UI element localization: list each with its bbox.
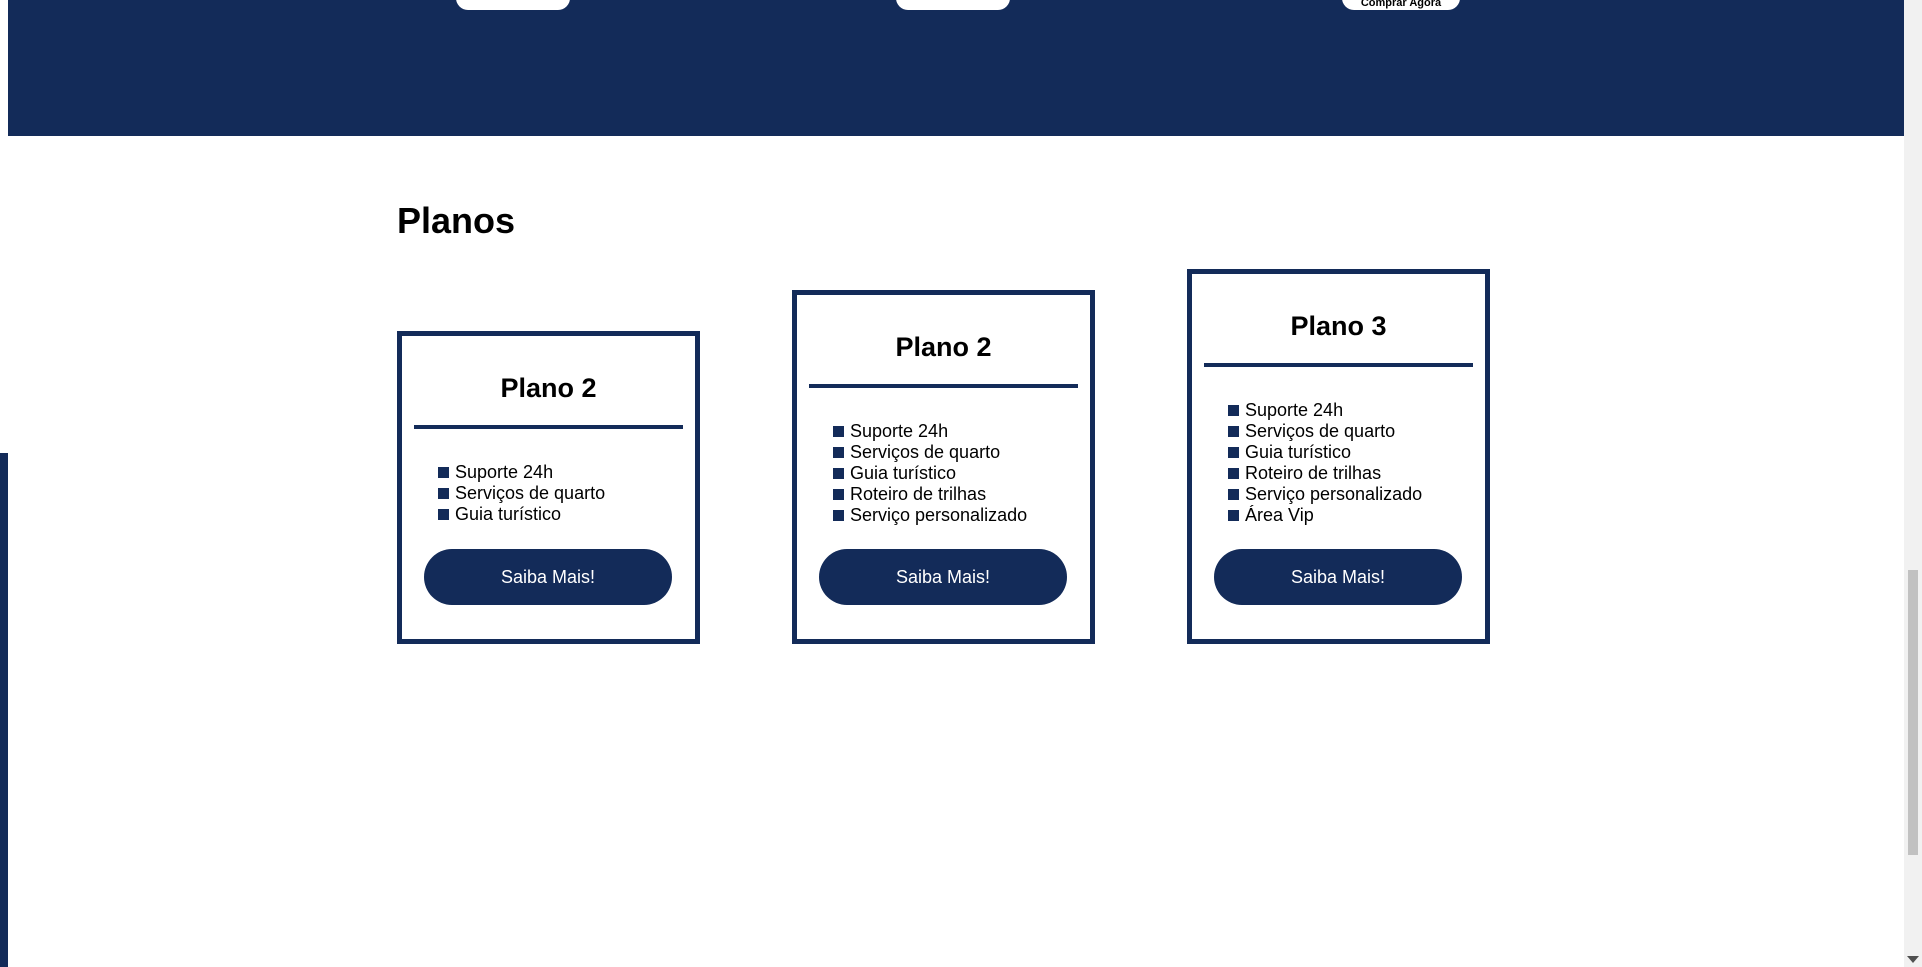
plan-card-title: Plano 2 — [895, 332, 992, 362]
square-bullet-icon — [833, 468, 844, 479]
saiba-mais-button[interactable]: Saiba Mais! — [424, 549, 672, 605]
scrollbar-thumb[interactable] — [1908, 570, 1918, 855]
feature-item: Área Vip — [1228, 505, 1485, 526]
feature-list: Suporte 24h Serviços de quarto Guia turí… — [833, 421, 1090, 526]
feature-item: Serviço personalizado — [833, 505, 1090, 526]
square-bullet-icon — [833, 510, 844, 521]
square-bullet-icon — [833, 489, 844, 500]
square-bullet-icon — [438, 509, 449, 520]
square-bullet-icon — [1228, 447, 1239, 458]
plan-card-title: Plano 2 — [500, 373, 597, 403]
feature-list: Suporte 24h Serviços de quarto Guia turí… — [438, 462, 695, 525]
feature-item: Serviços de quarto — [1228, 421, 1485, 442]
square-bullet-icon — [438, 488, 449, 499]
square-bullet-icon — [833, 426, 844, 437]
card-divider — [414, 425, 683, 429]
feature-item: Serviços de quarto — [833, 442, 1090, 463]
feature-list: Suporte 24h Serviços de quarto Guia turí… — [1228, 400, 1485, 526]
feature-item: Serviço personalizado — [1228, 484, 1485, 505]
square-bullet-icon — [1228, 405, 1239, 416]
hero-button-2[interactable] — [896, 0, 1010, 10]
plan-card-title: Plano 3 — [1290, 311, 1387, 341]
feature-item: Guia turístico — [438, 504, 695, 525]
square-bullet-icon — [1228, 510, 1239, 521]
feature-item: Suporte 24h — [438, 462, 695, 483]
square-bullet-icon — [1228, 426, 1239, 437]
card-divider — [1204, 363, 1473, 367]
feature-item: Suporte 24h — [833, 421, 1090, 442]
plans-section-title: Planos — [397, 200, 516, 241]
card-divider — [809, 384, 1078, 388]
left-accent-bar — [0, 453, 8, 967]
vertical-scrollbar[interactable] — [1904, 0, 1922, 967]
plan-card-1: Plano 2 Suporte 24h Serviços de quarto G… — [397, 331, 700, 644]
scroll-down-arrow-icon[interactable] — [1907, 956, 1919, 963]
plan-card-2: Plano 2 Suporte 24h Serviços de quarto G… — [792, 290, 1095, 644]
square-bullet-icon — [438, 467, 449, 478]
square-bullet-icon — [1228, 489, 1239, 500]
saiba-mais-button[interactable]: Saiba Mais! — [1214, 549, 1462, 605]
feature-item: Roteiro de trilhas — [1228, 463, 1485, 484]
hero-banner: Comprar Agora — [8, 0, 1904, 136]
square-bullet-icon — [833, 447, 844, 458]
page-viewport: Comprar Agora Planos Plano 2 Suporte 24h… — [0, 0, 1922, 967]
buy-now-button[interactable]: Comprar Agora — [1342, 0, 1460, 10]
saiba-mais-button[interactable]: Saiba Mais! — [819, 549, 1067, 605]
hero-button-1[interactable] — [456, 0, 570, 10]
plan-card-3: Plano 3 Suporte 24h Serviços de quarto G… — [1187, 269, 1490, 644]
square-bullet-icon — [1228, 468, 1239, 479]
feature-item: Guia turístico — [833, 463, 1090, 484]
feature-item: Serviços de quarto — [438, 483, 695, 504]
feature-item: Suporte 24h — [1228, 400, 1485, 421]
feature-item: Roteiro de trilhas — [833, 484, 1090, 505]
feature-item: Guia turístico — [1228, 442, 1485, 463]
